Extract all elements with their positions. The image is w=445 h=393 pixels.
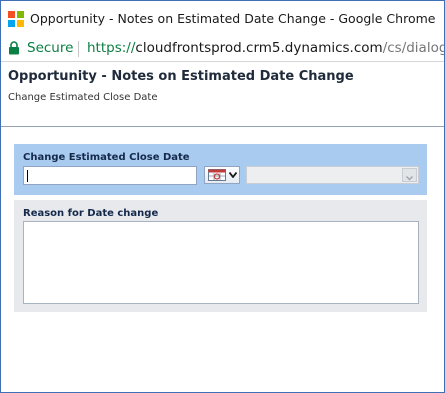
reason-textarea[interactable] <box>23 221 419 304</box>
window-title: Opportunity - Notes on Estimated Date Ch… <box>30 11 436 26</box>
time-dropdown-button[interactable] <box>402 168 417 182</box>
browser-window: Opportunity - Notes on Estimated Date Ch… <box>0 0 445 393</box>
chevron-down-icon <box>229 172 237 178</box>
url-path: /cs/dialog/run <box>382 40 444 56</box>
text-caret <box>27 170 28 182</box>
windows-logo-icon <box>8 11 24 27</box>
url-host: cloudfrontsprod.crm5.dynamics.com <box>135 40 383 56</box>
chevron-down-icon <box>406 176 413 181</box>
close-date-label: Change Estimated Close Date <box>23 152 190 163</box>
address-separator <box>78 41 79 57</box>
secure-label[interactable]: Secure <box>27 40 73 56</box>
dialog-header: Opportunity - Notes on Estimated Date Ch… <box>1 62 444 127</box>
reason-section: Reason for Date change <box>14 200 427 312</box>
calendar-button[interactable] <box>204 166 240 184</box>
close-date-section: Change Estimated Close Date <box>14 144 427 195</box>
address-bar[interactable]: Secure https://cloudfrontsprod.crm5.dyna… <box>1 37 444 62</box>
title-bar: Opportunity - Notes on Estimated Date Ch… <box>1 1 444 37</box>
time-select[interactable] <box>246 166 419 184</box>
lock-icon[interactable] <box>8 41 20 55</box>
calendar-icon <box>208 169 226 181</box>
reason-label: Reason for Date change <box>23 208 159 219</box>
close-date-input[interactable] <box>23 166 197 185</box>
url-text[interactable]: https://cloudfrontsprod.crm5.dynamics.co… <box>87 40 444 56</box>
dialog-subtitle: Change Estimated Close Date <box>8 92 158 103</box>
dialog-title: Opportunity - Notes on Estimated Date Ch… <box>8 69 354 84</box>
url-scheme: https:// <box>87 40 136 56</box>
